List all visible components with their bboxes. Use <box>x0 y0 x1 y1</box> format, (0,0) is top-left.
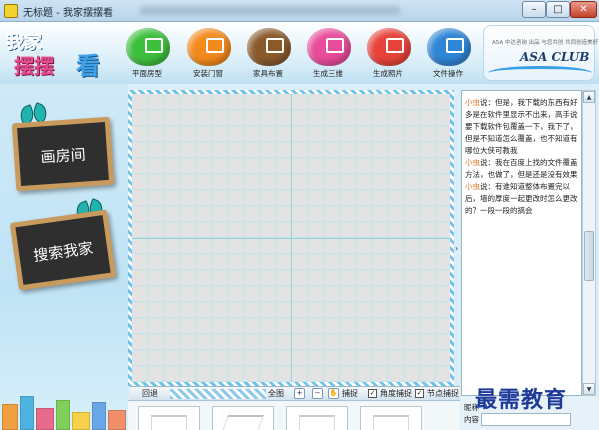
search-home-label: 搜索我家 <box>32 238 95 266</box>
zoom-out-icon[interactable]: − <box>312 388 323 399</box>
tool-label: 家具布置 <box>253 69 283 78</box>
tool-door-window-button[interactable]: 安装门窗 <box>181 28 235 80</box>
capture-label: 捕捉 <box>342 389 358 398</box>
brand-swoosh <box>488 66 592 80</box>
cube-icon <box>307 28 351 66</box>
chat-scrollbar[interactable]: ▲ ▼ <box>582 90 596 396</box>
model-thumbnail[interactable] <box>212 406 274 430</box>
chat-panel: 小虫说：但是，我下载的东西有好多是在软件里显示不出来，高手说要下载软件包覆盖一下… <box>461 90 582 396</box>
chat-nick: 小虫 <box>465 158 480 167</box>
tool-label: 生成三维 <box>313 69 343 78</box>
tool-photo-button[interactable]: 生成照片 <box>361 28 415 80</box>
maximize-button[interactable]: □ <box>546 1 570 18</box>
content-label: 内容 <box>464 415 479 424</box>
tool-label: 生成照片 <box>373 69 403 78</box>
tool-label: 安装门窗 <box>193 69 223 78</box>
close-button[interactable]: ✕ <box>570 1 597 18</box>
node-capture-label: 节点捕捉 <box>427 389 459 398</box>
angle-capture-checkbox[interactable]: ✓ <box>368 389 377 398</box>
window-title: 无标题 - 我家摆摆看 <box>23 8 113 19</box>
model-thumbnail[interactable] <box>286 406 348 430</box>
model-tray <box>128 400 460 430</box>
search-home-button[interactable]: 搜索我家 <box>9 209 117 291</box>
tool-furniture-button[interactable]: 家具布置 <box>241 28 295 80</box>
scroll-up-icon[interactable]: ▲ <box>583 91 595 103</box>
furniture-icon <box>247 28 291 66</box>
floorplan-canvas[interactable] <box>132 94 450 382</box>
brand-tagline: ASA 中达咨询 出品 与您共创 共同创造美好 ASA设计 <box>492 40 599 46</box>
undo-button[interactable]: 回退 <box>142 388 158 399</box>
message-input[interactable] <box>481 413 571 426</box>
chat-nick: 小虫 <box>465 98 480 107</box>
tool-floorplan-button[interactable]: 平面房型 <box>120 28 174 80</box>
canvas-toolbar: 回退 全图 + − ✋ 捕捉 ✓ 角度捕捉 ✓ 节点捕捉 <box>130 386 460 400</box>
chat-text: 说：有谁知道整体布置完以后，墙的厚度一起更改时怎么更改的？一段一段的搞会 <box>465 182 578 215</box>
chat-nick: 小虫 <box>465 182 480 191</box>
fit-all-button[interactable]: 全图 <box>268 388 284 399</box>
app-icon <box>4 4 18 18</box>
scroll-thumb[interactable] <box>584 231 594 281</box>
tool-label: 平面房型 <box>132 69 162 78</box>
chat-message: 小虫说：但是，我下载的东西有好多是在软件里显示不出来，高手说要下载软件包覆盖一下… <box>465 97 578 157</box>
camera-icon <box>367 28 411 66</box>
chat-text: 说：但是，我下载的东西有好多是在软件里显示不出来，高手说要下载软件包覆盖一下，我… <box>465 98 578 155</box>
minimize-button[interactable]: – <box>522 1 546 18</box>
tool-label: 文件操作 <box>433 69 463 78</box>
chat-message: 小虫说：有谁知道整体布置完以后，墙的厚度一起更改时怎么更改的？一段一段的搞会 <box>465 181 578 217</box>
chat-text: 说：我在百度上找的文件覆盖方法，也做了，但是还是没有效果 <box>465 158 578 179</box>
model-thumbnail[interactable] <box>360 406 422 430</box>
door-window-icon <box>187 28 231 66</box>
canvas-frame <box>128 90 454 386</box>
title-bar: 无标题 - 我家摆摆看 – □ ✕ <box>0 0 599 22</box>
header-toolbar: 我家 摆摆 看 平面房型 安装门窗 家具布置 生成三维 生成照片 文件操作 AS… <box>0 22 599 84</box>
draw-room-button[interactable]: 画房间 <box>11 116 115 192</box>
hand-pan-icon[interactable]: ✋ <box>328 388 339 399</box>
model-thumbnail[interactable] <box>138 406 200 430</box>
blurred-title-extra <box>140 6 400 15</box>
wrench-icon <box>427 28 471 66</box>
brand-badge: ASA 中达咨询 出品 与您共创 共同创造美好 ASA设计 ASA CLUB <box>483 25 599 81</box>
zoom-in-icon[interactable]: + <box>294 388 305 399</box>
angle-capture-label: 角度捕捉 <box>380 389 412 398</box>
toolbar-hatch <box>170 389 266 399</box>
left-panel: 画房间 搜索我家 <box>0 84 128 430</box>
watermark: 最需教育 <box>475 387 568 413</box>
floorplan-icon <box>126 28 170 66</box>
logo-line3: 看 <box>76 52 100 80</box>
scroll-down-icon[interactable]: ▼ <box>583 383 595 395</box>
node-capture-checkbox[interactable]: ✓ <box>415 389 424 398</box>
draw-room-label: 画房间 <box>40 145 87 167</box>
logo-line2: 摆摆 <box>14 54 54 78</box>
brand-name: ASA CLUB <box>520 50 590 64</box>
tool-3d-button[interactable]: 生成三维 <box>301 28 355 80</box>
tool-file-button[interactable]: 文件操作 <box>421 28 475 80</box>
chat-message: 小虫说：我在百度上找的文件覆盖方法，也做了，但是还是没有效果 <box>465 157 578 181</box>
city-illustration <box>0 384 128 430</box>
app-logo: 我家 摆摆 看 <box>4 26 116 82</box>
